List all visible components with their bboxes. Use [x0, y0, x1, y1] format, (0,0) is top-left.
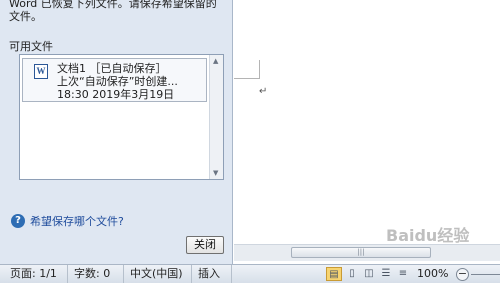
scrollbar-thumb[interactable]: |||: [291, 247, 431, 258]
status-bar: 页面: 1/1 字数: 0 中文(中国) 插入 ▤ ▯ ◫ ☰ ≡ 100% −: [0, 264, 500, 283]
zoom-slider[interactable]: [471, 274, 500, 275]
available-files-list[interactable]: W 文档1 ［已自动保存］ 上次“自动保存”时创建... 18:30 2019年…: [19, 54, 224, 180]
file-description: 上次“自动保存”时创建...: [57, 75, 178, 88]
page-count[interactable]: 页面: 1/1: [4, 265, 68, 283]
draft-icon[interactable]: ≡: [395, 267, 411, 281]
word-count[interactable]: 字数: 0: [68, 265, 124, 283]
web-layout-icon[interactable]: ◫: [361, 267, 377, 281]
margin-corner-mark-horizontal: [234, 78, 259, 79]
insert-mode-indicator[interactable]: 插入: [192, 265, 232, 283]
outline-icon[interactable]: ☰: [378, 267, 394, 281]
word-document-icon: W: [34, 64, 48, 79]
available-files-label: 可用文件: [9, 40, 53, 53]
paragraph-mark: ↵: [259, 86, 268, 97]
scroll-down-icon[interactable]: ▼: [213, 169, 218, 177]
watermark-logo: Baidu经验: [386, 226, 470, 245]
file-name: 文档1 ［已自动保存］: [57, 62, 167, 75]
language-indicator[interactable]: 中文(中国): [124, 265, 192, 283]
help-link-row[interactable]: ? 希望保存哪个文件?: [11, 213, 124, 229]
full-screen-reading-icon[interactable]: ▯: [344, 267, 360, 281]
intro-line-2: 文件。: [9, 10, 42, 23]
document-area[interactable]: ↵ Baidu经验 |||: [234, 0, 500, 264]
file-list-scrollbar[interactable]: ▲ ▼: [209, 55, 223, 179]
help-link[interactable]: 希望保存哪个文件?: [30, 213, 124, 229]
zoom-level[interactable]: 100%: [417, 265, 448, 283]
file-datetime: 18:30 2019年3月19日: [57, 88, 175, 101]
close-button[interactable]: 关闭: [186, 236, 224, 254]
horizontal-scrollbar[interactable]: |||: [234, 244, 500, 261]
recovery-intro-text: Word 已恢复下列文件。请保存希望保留的 文件。: [9, 0, 229, 23]
zoom-out-icon[interactable]: −: [456, 268, 469, 281]
margin-corner-mark-vertical: [259, 60, 260, 79]
print-layout-icon[interactable]: ▤: [326, 267, 342, 281]
intro-line-1: Word 已恢复下列文件。请保存希望保留的: [9, 0, 217, 10]
document-recovery-pane: Word 已恢复下列文件。请保存希望保留的 文件。 可用文件 W 文档1 ［已自…: [0, 0, 233, 264]
scroll-up-icon[interactable]: ▲: [213, 57, 218, 65]
recovered-file-entry[interactable]: W 文档1 ［已自动保存］ 上次“自动保存”时创建... 18:30 2019年…: [22, 58, 207, 102]
help-icon[interactable]: ?: [11, 214, 25, 228]
